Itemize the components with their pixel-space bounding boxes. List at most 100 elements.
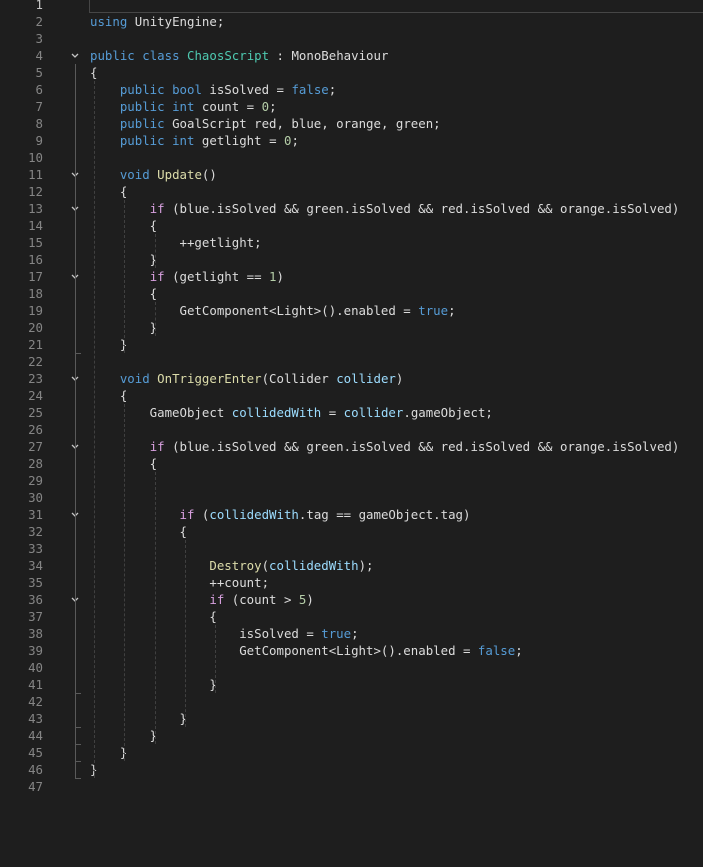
code-token: Destroy [209, 558, 262, 573]
code-token: GoalScript red, blue, orange, green; [164, 116, 441, 131]
code-token: int [172, 133, 195, 148]
code-line[interactable]: { [90, 608, 216, 625]
code-token: 0 [261, 99, 270, 114]
code-token: { [90, 184, 128, 199]
indent-guide [124, 200, 126, 353]
code-token: ; [291, 133, 299, 148]
code-token: true [418, 303, 449, 318]
code-line[interactable]: Destroy(collidedWith); [90, 557, 373, 574]
code-token: } [90, 677, 217, 692]
code-line[interactable]: public bool isSolved = false; [90, 81, 336, 98]
line-number: 40 [28, 660, 43, 675]
code-token: ++count; [90, 575, 270, 590]
line-number: 15 [28, 235, 43, 250]
code-token: } [90, 745, 128, 760]
line-number: 44 [28, 728, 43, 743]
code-line[interactable]: } [90, 710, 187, 727]
code-editor[interactable]: 1 2 3 4 5 6 7 8 9 10 11 12 13 14 15 16 17 18 19 20 21 22 23 24 2… [0, 0, 703, 867]
line-number: 12 [28, 184, 43, 199]
code-token: } [90, 711, 187, 726]
code-line[interactable]: { [90, 64, 97, 81]
code-token: (getlight == [164, 269, 270, 284]
code-token: OnTriggerEnter [157, 371, 262, 386]
code-token: getlight = [194, 133, 284, 148]
fold-region-end [75, 727, 81, 728]
code-line[interactable]: GameObject collidedWith = collider.gameO… [90, 404, 493, 421]
code-line[interactable]: using UnityEngine; [90, 13, 224, 30]
code-token: if [149, 201, 165, 216]
code-line[interactable]: GetComponent<Light>().enabled = true; [90, 302, 456, 319]
code-token: ; [351, 626, 359, 641]
code-token: collidedWith [209, 507, 299, 522]
code-token: count = [194, 99, 262, 114]
code-line[interactable]: if (blue.isSolved && green.isSolved && r… [90, 200, 680, 217]
line-number: 47 [28, 779, 43, 794]
code-line[interactable]: public int count = 0; [90, 98, 277, 115]
code-token: .gameObject; [403, 405, 493, 420]
line-number: 20 [28, 320, 43, 335]
code-line[interactable]: isSolved = true; [90, 625, 359, 642]
line-number: 34 [28, 558, 43, 573]
code-token: if [209, 592, 225, 607]
line-number: 17 [28, 269, 43, 284]
line-number: 2 [35, 14, 43, 29]
line-number: 39 [28, 643, 43, 658]
code-token: public [119, 99, 165, 114]
code-token: UnityEngine; [127, 14, 225, 29]
code-line[interactable]: { [90, 523, 187, 540]
fold-region-end [75, 693, 81, 694]
line-number: 13 [28, 201, 43, 216]
line-number: 16 [28, 252, 43, 267]
code-token: (Collider [261, 371, 337, 386]
code-token: (blue.isSolved && green.isSolved && red.… [164, 201, 680, 216]
code-token: ( [261, 558, 270, 573]
indent-guide [154, 472, 156, 744]
code-line[interactable]: } [90, 744, 127, 761]
code-token: GameObject [90, 405, 232, 420]
code-line[interactable]: ++count; [90, 574, 269, 591]
code-token: ) [395, 371, 404, 386]
line-number: 8 [35, 116, 43, 131]
code-line[interactable]: public int getlight = 0; [90, 132, 299, 149]
line-number: 3 [35, 31, 43, 46]
code-line[interactable]: ++getlight; [90, 234, 262, 251]
line-number: 38 [28, 626, 43, 641]
code-token: isSolved = [201, 82, 292, 97]
line-number: 11 [28, 167, 43, 182]
code-line[interactable]: } [90, 676, 217, 693]
code-token: (count > [224, 592, 299, 607]
code-line[interactable]: if (getlight == 1) [90, 268, 284, 285]
code-line[interactable]: { [90, 387, 127, 404]
code-line[interactable]: void OnTriggerEnter(Collider collider) [90, 370, 404, 387]
line-number: 19 [28, 303, 43, 318]
chevron-down-icon[interactable] [69, 47, 81, 64]
code-line[interactable]: public GoalScript red, blue, orange, gre… [90, 115, 441, 132]
code-token: : MonoBehaviour [269, 48, 389, 63]
code-token: false [477, 643, 516, 658]
code-token: ; [448, 303, 456, 318]
code-line[interactable]: if (blue.isSolved && green.isSolved && r… [90, 438, 680, 455]
code-token: if [149, 439, 165, 454]
line-number: 26 [28, 422, 43, 437]
fold-region-end [75, 761, 81, 762]
code-line[interactable]: if (collidedWith.tag == gameObject.tag) [90, 506, 471, 523]
code-line[interactable]: } [90, 336, 127, 353]
code-area[interactable]: using UnityEngine; public class ChaosScri… [90, 0, 703, 867]
code-line[interactable]: void Update() [90, 166, 217, 183]
code-token: if [149, 269, 165, 284]
code-token: false [291, 82, 329, 97]
line-number: 28 [28, 456, 43, 471]
indent-guide [185, 540, 186, 727]
code-token: .tag == gameObject.tag) [298, 507, 471, 522]
code-token: } [90, 337, 128, 352]
line-number: 36 [28, 592, 43, 607]
line-number-gutter: 1 2 3 4 5 6 7 8 9 10 11 12 13 14 15 16 17 18 19 20 21 22 23 24 2… [0, 0, 81, 867]
indent-guide [93, 81, 95, 778]
code-token: void [119, 371, 150, 386]
code-line[interactable]: public class ChaosScript : MonoBehaviour [90, 47, 388, 64]
code-line[interactable]: { [90, 183, 127, 200]
fold-region-end [75, 778, 81, 779]
